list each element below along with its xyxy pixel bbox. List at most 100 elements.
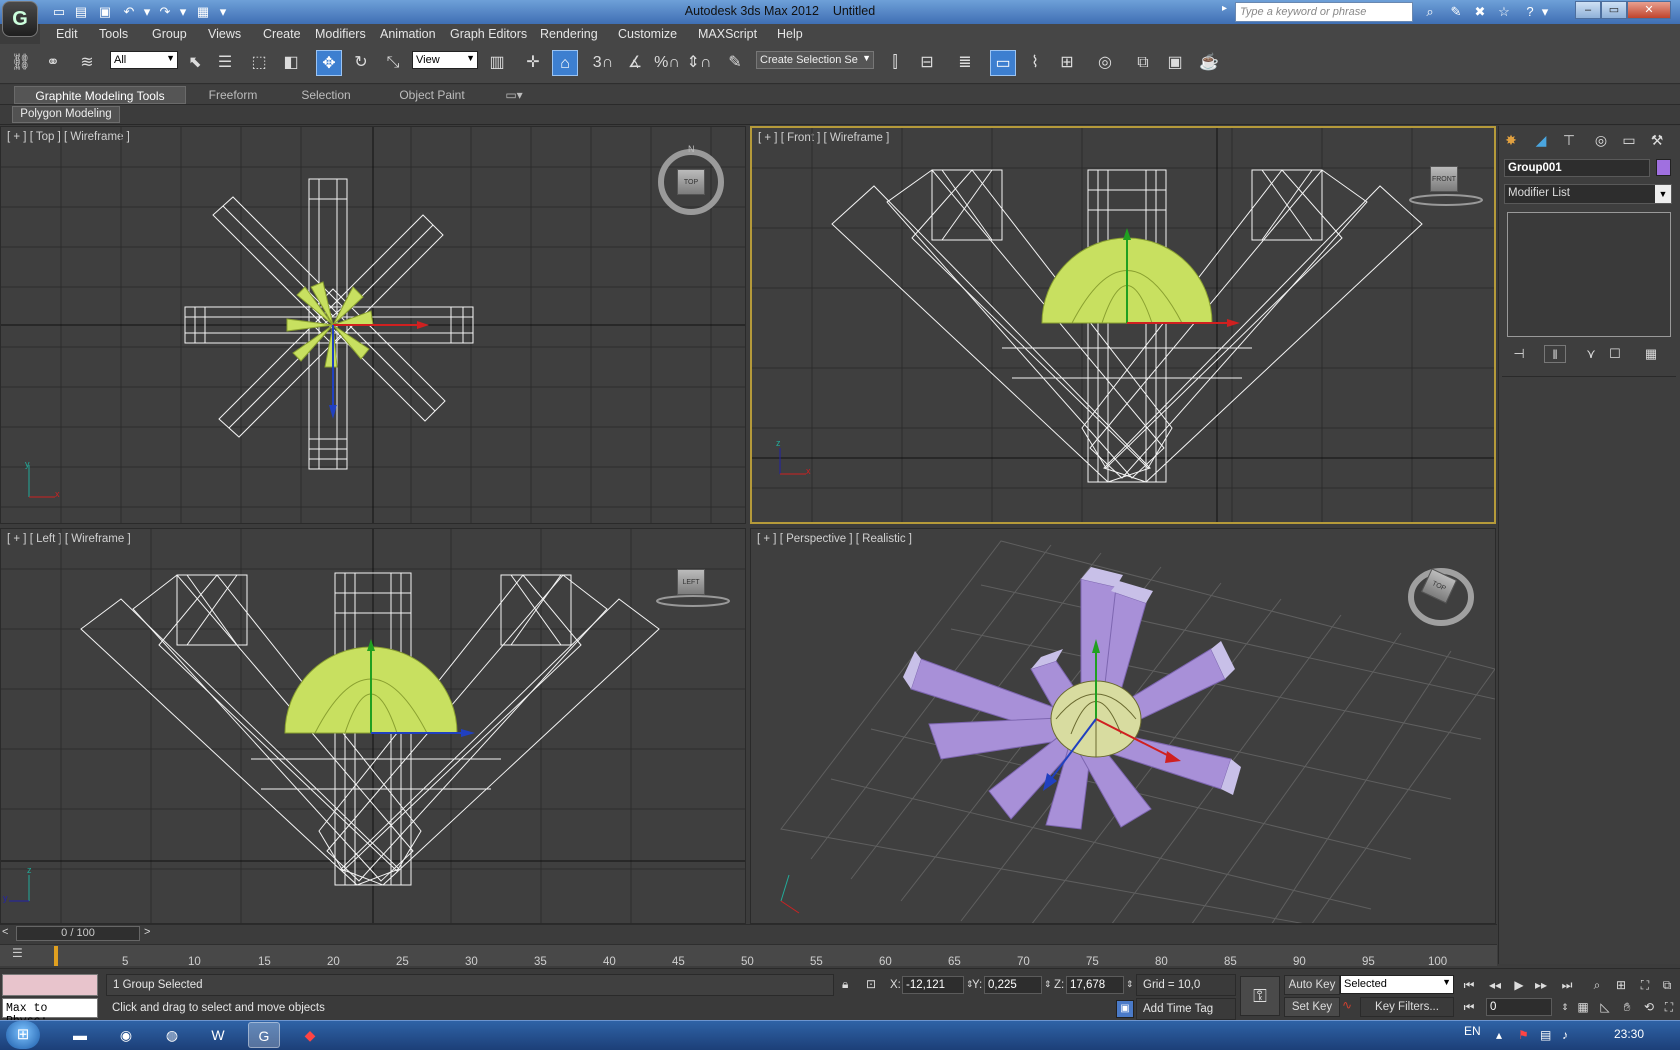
project-folder-icon[interactable]: ▦ [194,3,212,21]
menu-maxscript[interactable]: MAXScript [698,27,757,41]
angle-snap-icon[interactable]: ∡ [622,50,648,76]
maxscript-listener-output[interactable] [2,974,98,996]
zoom-extents-all-icon[interactable]: ⧉ [1656,976,1678,994]
viewport-left[interactable]: [ + ] [ Left ] [ Wireframe ] z y LEFT [0,528,746,924]
viewport-top[interactable]: [ + ] [ Top ] [ Wireframe ] y x N TOP [0,126,746,524]
time-slider[interactable] [0,924,1497,942]
media-player-icon[interactable]: ◉ [110,1022,142,1048]
key-filters-button[interactable]: Key Filters... [1360,997,1454,1017]
edit-named-selections-icon[interactable]: ✎ [722,50,748,76]
snaps-toggle-icon[interactable]: 3∩ [590,50,616,76]
menu-tools[interactable]: Tools [99,27,128,41]
select-and-scale-icon[interactable]: ⤡ [380,50,406,76]
subscription-icon[interactable]: ✎ [1446,3,1466,21]
y-spinner-icon[interactable]: ⇕ [1044,979,1052,990]
play-icon[interactable]: ▶ [1508,976,1530,994]
mini-curve-editor-icon[interactable]: ☰ [12,946,36,964]
word-icon[interactable]: W [202,1022,234,1048]
volume-icon[interactable]: ♪ [1562,1028,1568,1042]
utilities-tab-icon[interactable]: ⚒ [1646,130,1668,150]
field-of-view-icon[interactable]: ◺ [1594,998,1616,1016]
keyboard-shortcut-override-icon[interactable]: ⌂ [552,50,578,76]
material-editor-icon[interactable]: ◎ [1092,50,1118,76]
auto-key-button[interactable]: Auto Key [1284,975,1340,995]
viewcube-front[interactable]: FRONT [1430,166,1458,192]
open-file-icon[interactable]: ▤ [72,3,90,21]
viewcube-top[interactable]: TOP [677,169,705,195]
render-production-icon[interactable]: ☕ [1196,50,1222,76]
configure-modifier-sets-icon[interactable]: ▦ [1640,345,1662,363]
close-button[interactable]: ✕ [1627,1,1671,19]
align-icon[interactable]: ⊟ [914,50,940,76]
ribbon-options-icon[interactable]: ▭▾ [500,86,528,104]
current-frame-field[interactable]: 0 [1486,998,1552,1016]
reference-coordinate-dropdown[interactable]: View ▼ [412,51,478,69]
bind-spacewarp-icon[interactable]: ≋ [74,50,100,76]
help-icon[interactable]: ? [1520,3,1540,21]
tab-graphite-modeling-tools[interactable]: Graphite Modeling Tools [14,86,186,104]
spinner-snap-icon[interactable]: ⇕∩ [686,50,712,76]
time-configuration-icon[interactable]: ▦ [1572,998,1594,1016]
z-spinner-icon[interactable]: ⇕ [1126,979,1134,990]
viewport-perspective[interactable]: [ + ] [ Perspective ] [ Realistic ] TOP [750,528,1496,924]
maximize-button[interactable]: ▭ [1601,1,1627,19]
display-tab-icon[interactable]: ▭ [1618,130,1640,150]
schematic-view-icon[interactable]: ⊞ [1054,50,1080,76]
undo-icon[interactable]: ↶ [120,3,138,21]
search-expand-icon[interactable]: ▸ [1222,3,1232,21]
maxscript-mini-listener[interactable]: Max to Physc: [2,998,98,1028]
binoculars-icon[interactable]: ⌕ [1420,3,1440,21]
y-coordinate-field[interactable]: 0,225 [984,976,1042,994]
graphite-toggle-icon[interactable]: ▭ [990,50,1016,76]
save-file-icon[interactable]: ▣ [96,3,114,21]
current-frame-marker[interactable] [54,946,58,966]
redo-dropdown-icon[interactable]: ▾ [174,3,192,21]
selection-filter-dropdown[interactable]: All ▼ [110,51,178,69]
layer-manager-icon[interactable]: ≣ [952,50,978,76]
polygon-modeling-panel[interactable]: Polygon Modeling [12,106,120,123]
maximize-viewport-icon[interactable]: ⛶ [1658,998,1680,1016]
create-tab-icon[interactable]: ✸ [1500,130,1522,150]
pin-stack-icon[interactable]: ⊣ [1508,345,1530,363]
menu-customize[interactable]: Customize [618,27,677,41]
menu-help[interactable]: Help [777,27,803,41]
set-key-button[interactable]: Set Key [1284,997,1340,1017]
orbit-icon[interactable]: ⟲ [1638,998,1660,1016]
application-button[interactable]: G [2,1,38,37]
go-to-start-icon[interactable]: ⏮ [1458,976,1480,994]
go-to-end-icon[interactable]: ⏭ [1556,976,1578,994]
select-object-icon[interactable]: ⬉ [182,50,208,76]
next-frame-arrow-icon[interactable]: > [144,926,156,941]
mirror-icon[interactable]: ⫿ [882,50,908,76]
z-coordinate-field[interactable]: 17,678 [1066,976,1124,994]
quick-access-dropdown-icon[interactable]: ▾ [214,3,232,21]
object-color-swatch[interactable] [1656,159,1671,176]
start-button[interactable]: ⊞ [6,1021,40,1049]
x-coordinate-field[interactable]: -12,121 [902,976,964,994]
rendered-frame-window-icon[interactable]: ▣ [1162,50,1188,76]
pivot-center-icon[interactable]: ▥ [484,50,510,76]
menu-group[interactable]: Group [152,27,187,41]
clock[interactable]: 23:30 [1614,1027,1644,1041]
curve-editor-icon[interactable]: ⌇ [1022,50,1048,76]
menu-edit[interactable]: Edit [56,27,78,41]
language-indicator[interactable]: EN [1464,1024,1481,1038]
previous-frame-icon[interactable]: ◂◂ [1484,976,1506,994]
rectangular-selection-icon[interactable]: ⬚ [246,50,272,76]
add-time-tag-button[interactable]: Add Time Tag [1136,998,1236,1020]
pan-icon[interactable]: ✋︎ [1616,998,1638,1016]
acrobat-icon[interactable]: ◆ [294,1022,326,1048]
infocenter-search-input[interactable]: Type a keyword or phrase [1235,2,1413,22]
menu-views[interactable]: Views [208,27,241,41]
network-flag-icon[interactable]: ⚑ [1518,1028,1529,1042]
prev-frame-arrow-icon[interactable]: < [2,926,14,941]
communication-center-icon[interactable]: ✖ [1470,3,1490,21]
key-mode-toggle-icon[interactable]: ⏮ [1458,998,1480,1016]
modifier-stack[interactable] [1507,212,1671,337]
redo-icon[interactable]: ↷ [156,3,174,21]
menu-create[interactable]: Create [263,27,301,41]
window-crossing-icon[interactable]: ◧ [278,50,304,76]
tab-freeform[interactable]: Freeform [196,86,270,104]
make-unique-icon[interactable]: ⋎ [1580,345,1602,363]
chrome-icon[interactable]: ◍ [156,1022,188,1048]
